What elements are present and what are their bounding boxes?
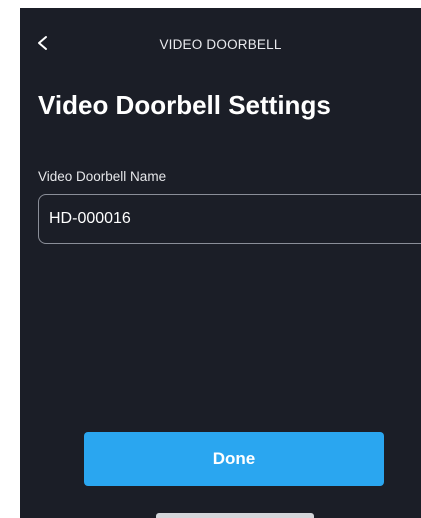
home-indicator	[156, 513, 314, 518]
page-title: Video Doorbell Settings	[38, 90, 331, 120]
doorbell-name-label: Video Doorbell Name	[38, 169, 167, 184]
done-button[interactable]: Done	[84, 432, 384, 486]
app-screen: VIDEO DOORBELL Video Doorbell Settings V…	[20, 8, 421, 518]
doorbell-name-field[interactable]	[38, 194, 421, 244]
doorbell-name-input[interactable]	[49, 195, 409, 243]
header-title: VIDEO DOORBELL	[159, 37, 282, 52]
